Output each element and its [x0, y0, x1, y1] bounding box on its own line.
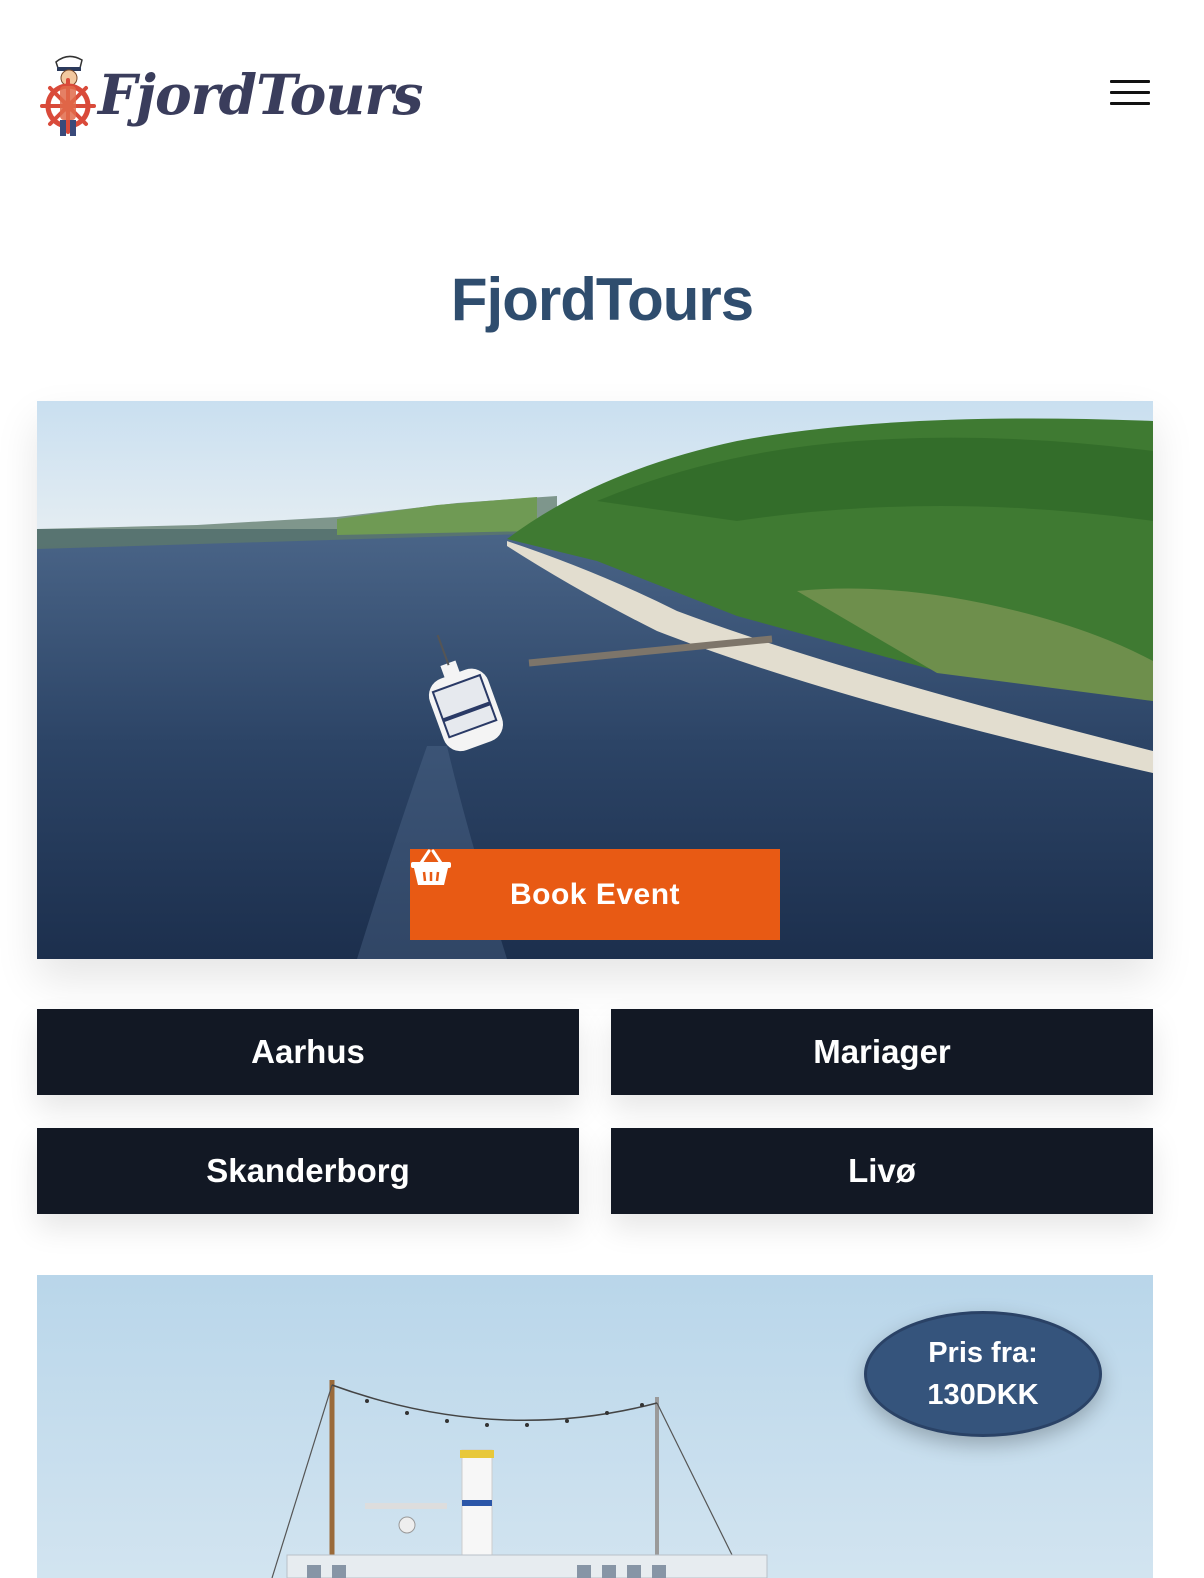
book-event-label: Book Event [509, 877, 681, 911]
location-button-livo[interactable]: Livø [611, 1128, 1153, 1214]
site-header: FjordTours [0, 0, 1204, 190]
price-label: Pris fra: [928, 1337, 1038, 1369]
location-button-aarhus[interactable]: Aarhus [37, 1009, 579, 1095]
captain-wheel-logo-icon [40, 55, 96, 136]
hamburger-menu-icon[interactable] [1110, 80, 1152, 110]
location-button-skanderborg[interactable]: Skanderborg [37, 1128, 579, 1214]
book-event-button[interactable]: Book Event [410, 849, 780, 940]
page-title: FjordTours [450, 266, 754, 333]
location-button-mariager[interactable]: Mariager [611, 1009, 1153, 1095]
price-badge: Pris fra: 130DKK [864, 1311, 1102, 1437]
hero-image: Book Event [37, 401, 1153, 959]
tour-card[interactable]: Pris fra: 130DKK [37, 1275, 1153, 1578]
price-value: 130DKK [927, 1379, 1039, 1411]
site-logo[interactable]: FjordTours [38, 50, 423, 146]
logo-text: FjordTours [98, 62, 423, 127]
shopping-basket-icon [411, 849, 451, 885]
